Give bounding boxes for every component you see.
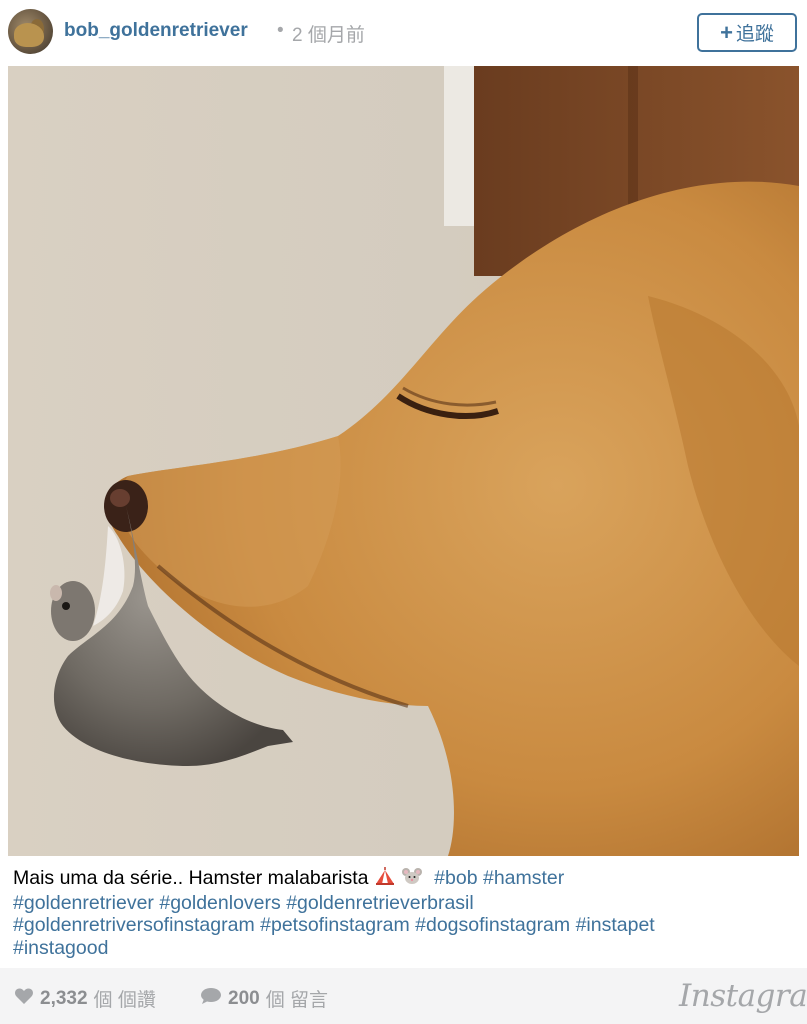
comments-count: 200 [228,987,260,1009]
post-header: bob_goldenretriever • 2 個月前 + 追蹤 [0,0,807,64]
hashtag-link[interactable]: #hamster [483,867,564,889]
likes-stat[interactable]: 2,332 個 個讚 [14,985,156,1012]
hashtag-link[interactable]: #instapet [576,914,655,936]
caption-text: Mais uma da série.. Hamster malabarista [13,867,369,889]
mouse-face-icon [401,866,423,892]
hashtag-link[interactable]: #goldenretriversofinstagram [13,914,255,936]
post-photo[interactable] [8,66,799,856]
comments-stat[interactable]: 200 個 留言 [200,985,328,1012]
avatar[interactable] [8,9,53,54]
follow-button[interactable]: + 追蹤 [697,13,797,52]
hashtag-link[interactable]: #dogsofinstagram [415,914,570,936]
heart-icon [14,987,34,1011]
plus-icon: + [720,19,733,45]
hashtag-link[interactable]: #bob [434,867,477,889]
comments-unit: 個 留言 [265,990,328,1011]
dog-hamster-image [8,66,799,856]
hashtag-link[interactable]: #goldenlovers [159,892,280,914]
hashtag-link[interactable]: #goldenretriever [13,892,154,914]
avatar-dog-head [14,23,44,47]
likes-unit: 個 個讚 [93,990,156,1011]
post-caption: Mais uma da série.. Hamster malabarista … [13,866,793,959]
separator-dot: • [277,20,284,41]
hashtag-link[interactable]: #petsofinstagram [260,914,410,936]
post-footer: 2,332 個 個讚 200 個 留言 Instagram [0,968,807,1024]
username-link[interactable]: bob_goldenretriever [64,20,248,42]
instagram-logo[interactable]: Instagram [679,978,807,1014]
hashtag-link[interactable]: #goldenretrieverbrasil [286,892,474,914]
comment-bubble-icon [200,987,222,1011]
hashtag-link[interactable]: #instagood [13,937,108,959]
likes-count: 2,332 [40,987,88,1009]
circus-tent-icon [374,866,396,892]
follow-label: 追蹤 [735,24,774,45]
post-time[interactable]: 2 個月前 [292,20,365,47]
